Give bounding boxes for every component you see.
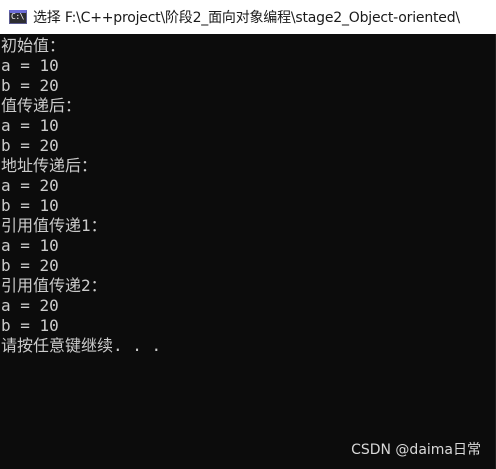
console-line: b = 20: [1, 76, 59, 95]
console-line: a = 20: [1, 296, 59, 315]
console-line: 初始值：: [1, 36, 66, 55]
console-line: 值传递后：: [1, 96, 82, 115]
console-line: b = 10: [1, 316, 59, 335]
title-bar[interactable]: C:\ 选择 F:\C++project\阶段2_面向对象编程\stage2_O…: [0, 0, 496, 34]
console-line: a = 20: [1, 176, 59, 195]
console-line: 请按任意键继续. . .: [1, 336, 162, 355]
console-line: b = 10: [1, 196, 59, 215]
console-app-icon[interactable]: C:\: [9, 10, 27, 24]
console-line: b = 20: [1, 256, 59, 275]
console-line: 地址传递后：: [1, 156, 98, 175]
app-icon-label: C:\: [11, 12, 24, 21]
window-title: 选择 F:\C++project\阶段2_面向对象编程\stage2_Objec…: [33, 10, 460, 26]
console-window: C:\ 选择 F:\C++project\阶段2_面向对象编程\stage2_O…: [0, 0, 496, 469]
console-line: 引用值传递1：: [1, 216, 107, 235]
csdn-watermark: CSDN @daima日常: [351, 442, 481, 458]
console-line: a = 10: [1, 56, 59, 75]
console-output[interactable]: 初始值： a = 10 b = 20 值传递后： a = 10 b = 20 地…: [1, 36, 495, 466]
console-line: 引用值传递2：: [1, 276, 107, 295]
console-line: a = 10: [1, 116, 59, 135]
console-line: a = 10: [1, 236, 59, 255]
console-line: b = 20: [1, 136, 59, 155]
